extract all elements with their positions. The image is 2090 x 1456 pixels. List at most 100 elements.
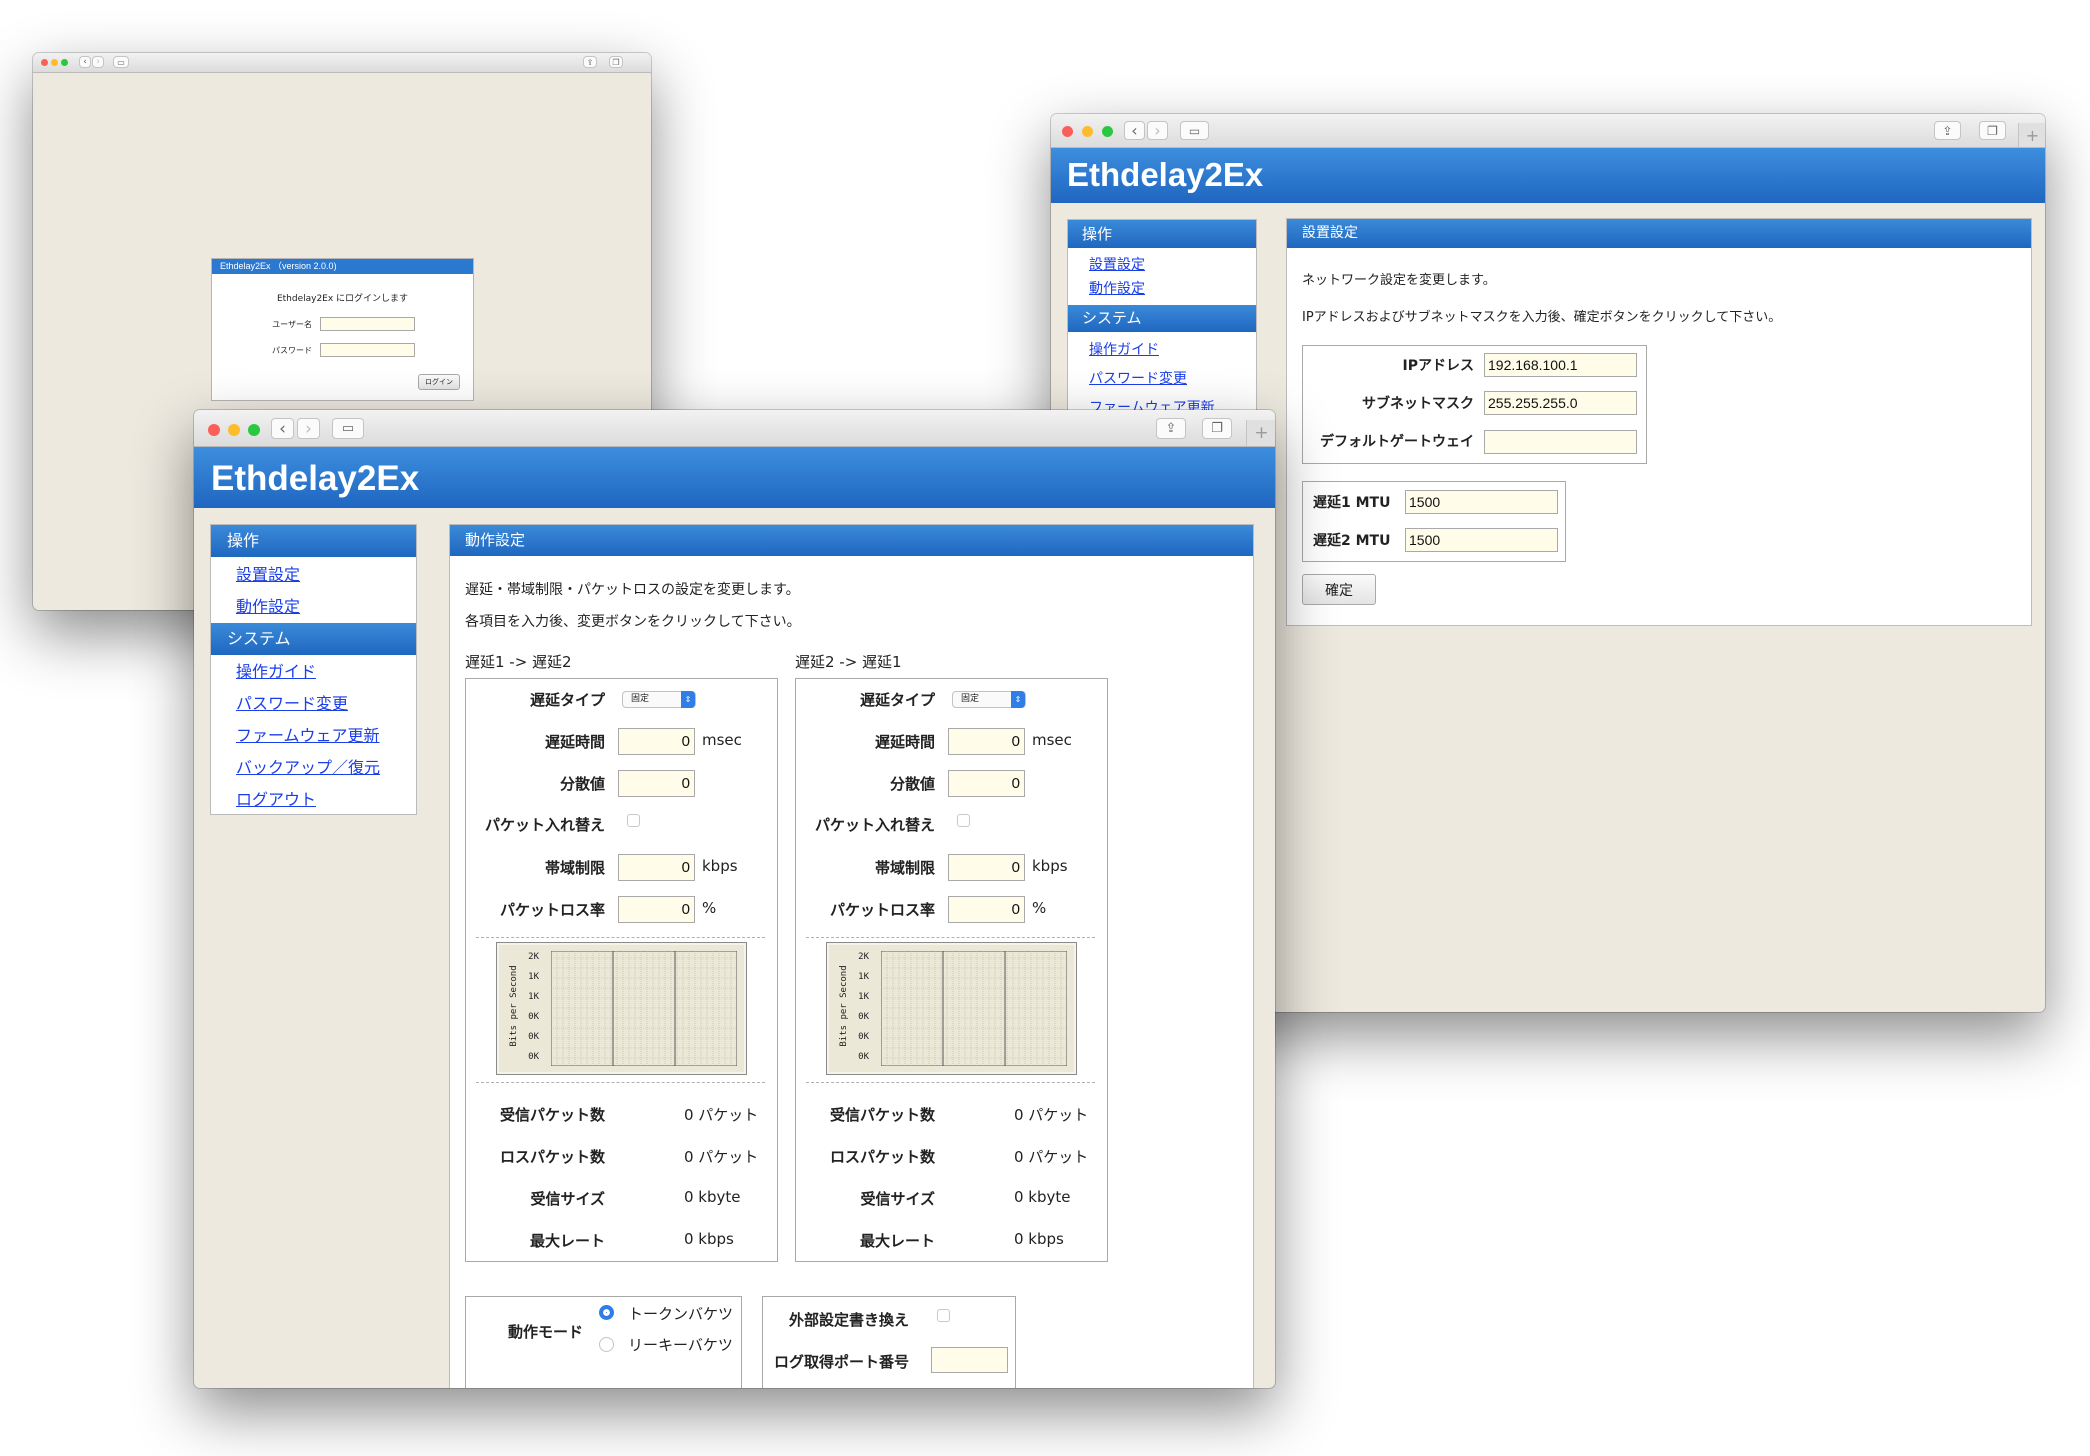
- sidebar-section-system: システム: [211, 623, 416, 655]
- graph-tick-label: 1K: [528, 972, 539, 982]
- stat-value: 0 kbps: [1014, 1230, 1064, 1248]
- delay-time-field[interactable]: 0: [618, 728, 695, 755]
- forward-icon[interactable]: ›: [297, 418, 320, 439]
- log-port-label: ログ取得ポート番号: [774, 1353, 910, 1371]
- minimize-window-dot[interactable]: [228, 424, 240, 436]
- new-tab-icon[interactable]: +: [1246, 420, 1275, 446]
- sidebar-item-operation-settings[interactable]: 動作設定: [211, 591, 416, 623]
- forward-icon[interactable]: ›: [1147, 121, 1168, 140]
- graph-y-axis-label: Bits per Second: [839, 965, 849, 1047]
- zoom-window-dot[interactable]: [248, 424, 260, 436]
- zoom-window-dot[interactable]: [1102, 126, 1113, 137]
- sidebar-item-guide[interactable]: 操作ガイド: [1068, 336, 1256, 365]
- packet-loss-label: パケットロス率: [499, 901, 605, 919]
- main-sidebar: 操作 設置設定 動作設定 システム 操作ガイド パスワード変更 ファームウェア更…: [210, 524, 417, 815]
- subnet-mask-field[interactable]: 255.255.255.0: [1484, 391, 1637, 415]
- mtu1-field[interactable]: 1500: [1405, 490, 1558, 514]
- close-window-dot[interactable]: [1062, 126, 1073, 137]
- log-port-field[interactable]: [931, 1347, 1008, 1373]
- packet-reorder-checkbox[interactable]: [957, 814, 970, 827]
- sidebar-item-firmware[interactable]: ファームウェア更新: [211, 720, 416, 752]
- delay-type-value: 固定: [631, 694, 650, 704]
- minimize-window-dot[interactable]: [51, 59, 58, 66]
- delay-type-select[interactable]: 固定 ⇕: [952, 691, 1026, 708]
- password-field[interactable]: [320, 343, 415, 357]
- delay-type-label: 遅延タイプ: [529, 691, 605, 709]
- zoom-window-dot[interactable]: [61, 59, 68, 66]
- delay-time-label: 遅延時間: [544, 733, 605, 751]
- stat-label: 最大レート: [529, 1232, 605, 1250]
- back-icon[interactable]: ‹: [271, 418, 294, 439]
- share-icon[interactable]: ⇪: [583, 56, 597, 68]
- packet-loss-unit: %: [1032, 899, 1047, 917]
- delay-type-select[interactable]: 固定 ⇕: [622, 691, 696, 708]
- operation-settings-panel: 動作設定 遅延・帯域制限・パケットロスの設定を変更します。 各項目を入力後、変更…: [449, 524, 1254, 1388]
- confirm-button[interactable]: 確定: [1302, 574, 1376, 605]
- login-button[interactable]: ログイン: [418, 374, 460, 390]
- variance-field[interactable]: 0: [618, 770, 695, 797]
- gateway-field[interactable]: [1484, 430, 1637, 454]
- mtu2-field[interactable]: 1500: [1405, 528, 1558, 552]
- tabs-icon[interactable]: ❐: [1979, 121, 2006, 140]
- username-label: ユーザー名: [272, 320, 312, 329]
- packet-loss-field[interactable]: 0: [948, 896, 1025, 923]
- separator: [806, 937, 1095, 938]
- gateway-label: デフォルトゲートウェイ: [1320, 434, 1474, 450]
- direction-title: 遅延2 -> 遅延1: [795, 653, 902, 671]
- delay-type-value: 固定: [961, 694, 980, 704]
- description-line-2: IPアドレスおよびサブネットマスクを入力後、確定ボタンをクリックして下さい。: [1302, 310, 1782, 325]
- main-titlebar: ‹ › ▭ ⇪ ❐ +: [194, 410, 1275, 447]
- back-icon[interactable]: ‹: [79, 56, 91, 68]
- graph-tick-label: 1K: [528, 992, 539, 1002]
- sidebar-item-install-settings[interactable]: 設置設定: [211, 559, 416, 591]
- packet-loss-field[interactable]: 0: [618, 896, 695, 923]
- sidebar-toggle-icon[interactable]: ▭: [332, 418, 364, 439]
- mtu-settings-box: 遅延1 MTU 1500 遅延2 MTU 1500: [1302, 481, 1566, 562]
- traffic-graph: Bits per Second 2K 1K 1K 0K 0K 0K: [826, 942, 1077, 1075]
- sidebar-item-password[interactable]: パスワード変更: [211, 688, 416, 720]
- sidebar-toggle-icon[interactable]: ▭: [1180, 121, 1209, 140]
- sidebar-section-operation: 操作: [1068, 220, 1256, 248]
- subnet-mask-label: サブネットマスク: [1362, 396, 1474, 412]
- minimize-window-dot[interactable]: [1082, 126, 1093, 137]
- graph-tick-label: 0K: [858, 1012, 869, 1022]
- main-browser-window: ‹ › ▭ ⇪ ❐ + Ethdelay2Ex 操作 設置設定 動作設定 システ…: [194, 410, 1275, 1388]
- sidebar-section-operation: 操作: [211, 525, 416, 557]
- sidebar-toggle-icon[interactable]: ▭: [113, 56, 129, 68]
- login-message: Ethdelay2Ex にログインします: [276, 294, 409, 304]
- sidebar-item-backup[interactable]: バックアップ／復元: [211, 752, 416, 784]
- traffic-graph: Bits per Second 2K 1K 1K 0K 0K 0K: [496, 942, 747, 1075]
- stat-value: 0 パケット: [1014, 1106, 1089, 1124]
- sidebar-item-password[interactable]: パスワード変更: [1068, 365, 1256, 394]
- stat-value: 0 パケット: [684, 1148, 759, 1166]
- sidebar-item-operation-settings[interactable]: 動作設定: [1068, 277, 1256, 301]
- close-window-dot[interactable]: [41, 59, 48, 66]
- sidebar-item-logout[interactable]: ログアウト: [211, 784, 416, 816]
- mode-token-radio[interactable]: [599, 1305, 614, 1320]
- packet-reorder-checkbox[interactable]: [627, 814, 640, 827]
- sidebar-item-install-settings[interactable]: 設置設定: [1068, 253, 1256, 277]
- new-tab-icon[interactable]: +: [2018, 123, 2045, 147]
- share-icon[interactable]: ⇪: [1934, 121, 1961, 140]
- bandwidth-field[interactable]: 0: [618, 854, 695, 881]
- bandwidth-field[interactable]: 0: [948, 854, 1025, 881]
- stat-value: 0 kbyte: [684, 1188, 741, 1206]
- mode-leaky-label: リーキーバケツ: [628, 1336, 733, 1354]
- bandwidth-label: 帯域制限: [544, 859, 605, 877]
- variance-field[interactable]: 0: [948, 770, 1025, 797]
- mode-leaky-radio[interactable]: [599, 1337, 614, 1352]
- external-rewrite-checkbox[interactable]: [937, 1309, 950, 1322]
- share-icon[interactable]: ⇪: [1156, 418, 1186, 439]
- back-icon[interactable]: ‹: [1124, 121, 1145, 140]
- tabs-icon[interactable]: ❐: [1202, 418, 1232, 439]
- close-window-dot[interactable]: [208, 424, 220, 436]
- sidebar-section-system: システム: [1068, 305, 1256, 332]
- delay-time-field[interactable]: 0: [948, 728, 1025, 755]
- username-field[interactable]: [320, 317, 415, 331]
- stat-value: 0 パケット: [684, 1106, 759, 1124]
- ip-address-field[interactable]: 192.168.100.1: [1484, 353, 1637, 377]
- forward-icon[interactable]: ›: [92, 56, 104, 68]
- sidebar-item-guide[interactable]: 操作ガイド: [211, 656, 416, 688]
- tabs-icon[interactable]: ❐: [609, 56, 623, 68]
- mode-box: 動作モード トークンバケツ リーキーバケツ: [465, 1296, 742, 1388]
